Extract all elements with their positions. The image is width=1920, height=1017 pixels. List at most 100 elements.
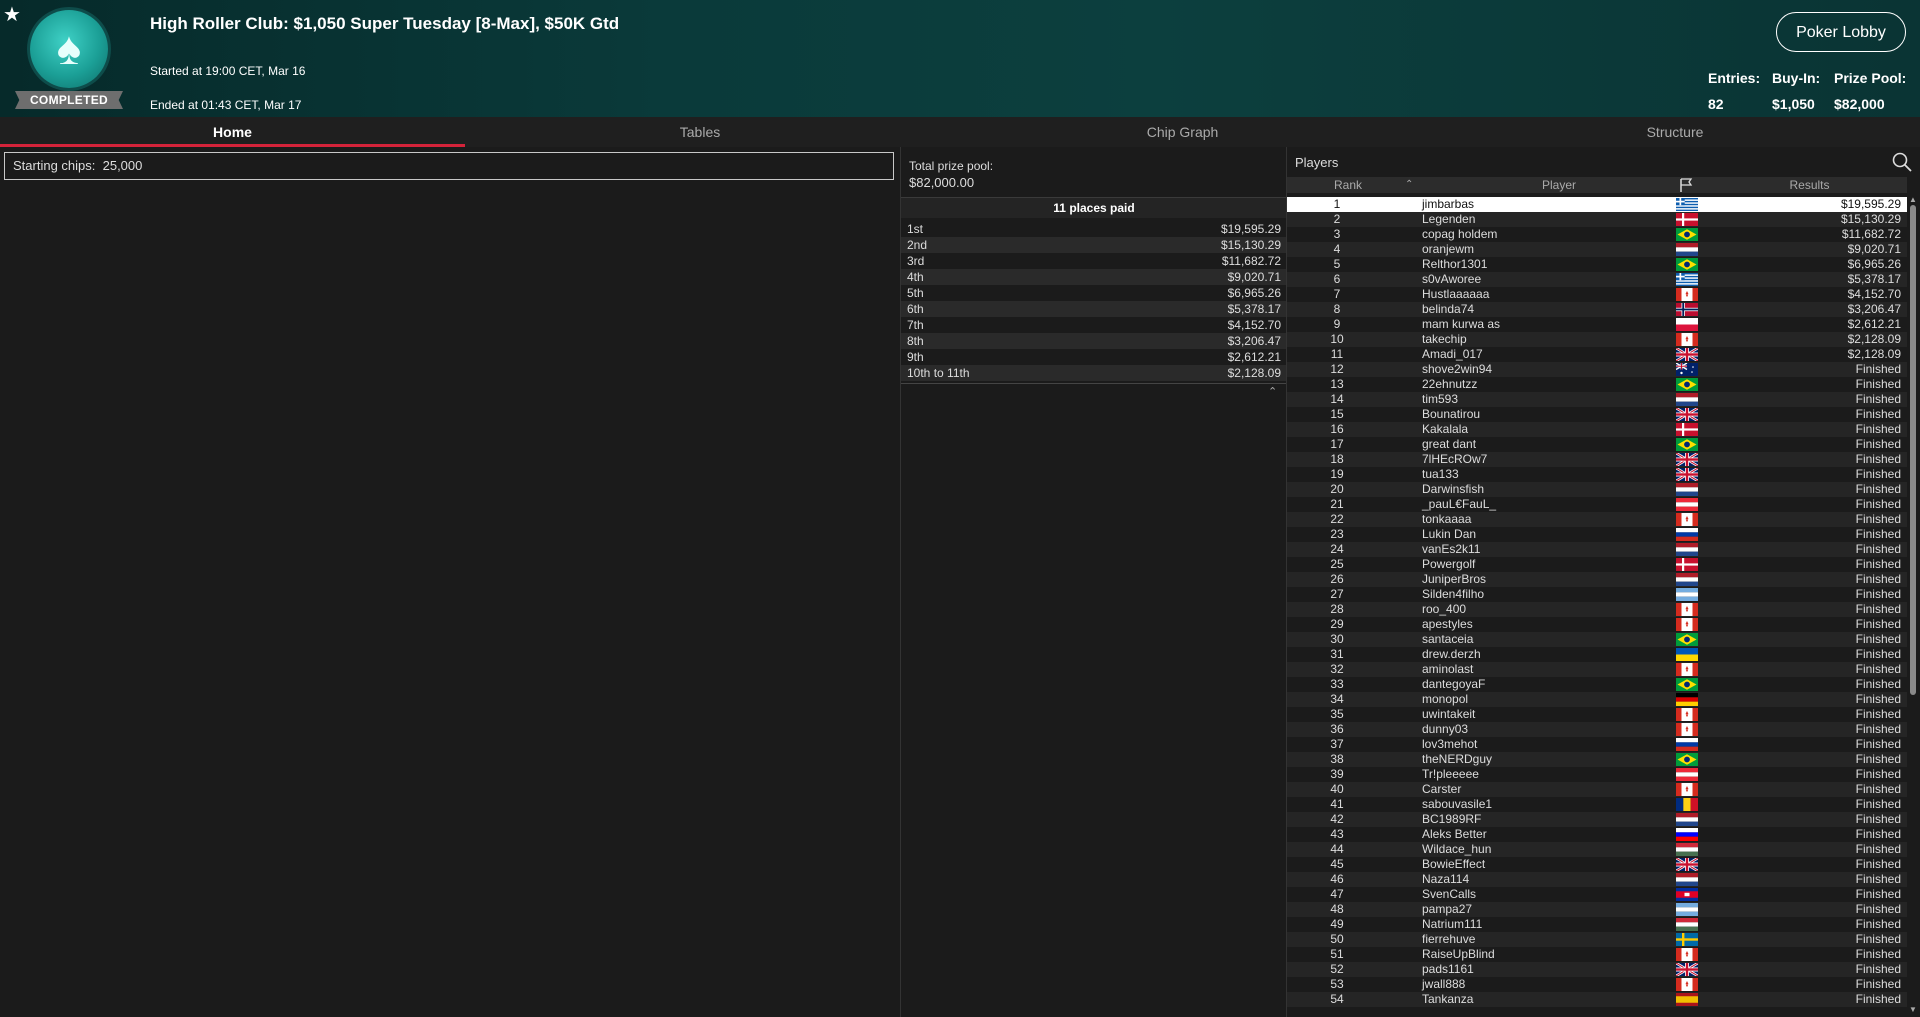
player-row[interactable]: 24 vanEs2k11 Finished	[1287, 542, 1907, 557]
payout-list: 1st $19,595.29 2nd $15,130.29 3rd $11,682.72 4…	[901, 221, 1287, 381]
player-row[interactable]: 4 oranjewm $9,020.71	[1287, 242, 1907, 257]
player-row[interactable]: 22 tonkaaaa Finished	[1287, 512, 1907, 527]
player-row[interactable]: 36 dunny03 Finished	[1287, 722, 1907, 737]
player-result: Finished	[1855, 377, 1901, 391]
player-name: apestyles	[1422, 617, 1473, 631]
scroll-thumb[interactable]	[1910, 205, 1916, 695]
player-row[interactable]: 50 fierrehuve Finished	[1287, 932, 1907, 947]
player-row[interactable]: 3 copag holdem $11,682.72	[1287, 227, 1907, 242]
player-row[interactable]: 1 jimbarbas $19,595.29	[1287, 197, 1907, 212]
player-row[interactable]: 27 Silden4filho Finished	[1287, 587, 1907, 602]
home-panel: Starting chips: 25,000	[0, 147, 900, 1017]
player-rank: 35	[1330, 707, 1344, 721]
player-row[interactable]: 51 RaiseUpBlind Finished	[1287, 947, 1907, 962]
player-row[interactable]: 38 theNERDguy Finished	[1287, 752, 1907, 767]
player-row[interactable]: 44 Wildace_hun Finished	[1287, 842, 1907, 857]
player-row[interactable]: 53 jwall888 Finished	[1287, 977, 1907, 992]
player-row[interactable]: 7 Hustlaaaaaa $4,152.70	[1287, 287, 1907, 302]
player-row[interactable]: 34 monopol Finished	[1287, 692, 1907, 707]
player-name: Kakalala	[1422, 422, 1469, 436]
player-row[interactable]: 28 roo_400 Finished	[1287, 602, 1907, 617]
player-row[interactable]: 23 Lukin Dan Finished	[1287, 527, 1907, 542]
player-row[interactable]: 46 Naza114 Finished	[1287, 872, 1907, 887]
player-row[interactable]: 17 great dant Finished	[1287, 437, 1907, 452]
country-flag-icon	[1676, 783, 1698, 796]
player-result: Finished	[1855, 392, 1901, 406]
player-row[interactable]: 33 dantegoyaF Finished	[1287, 677, 1907, 692]
player-name: RaiseUpBlind	[1422, 947, 1495, 961]
player-row[interactable]: 5 Relthor1301 $6,965.26	[1287, 257, 1907, 272]
player-row[interactable]: 45 BowieEffect Finished	[1287, 856, 1907, 873]
player-row[interactable]: 25 Powergolf Finished	[1287, 557, 1907, 572]
poker-lobby-button[interactable]: Poker Lobby	[1776, 12, 1906, 52]
scroll-down-arrow-icon[interactable]: ▼	[1909, 1005, 1917, 1014]
player-row[interactable]: 9 mam kurwa as $2,612.21	[1287, 317, 1907, 332]
player-rank: 15	[1330, 407, 1344, 421]
player-row[interactable]: 16 Kakalala Finished	[1287, 422, 1907, 437]
player-row[interactable]: 15 Bounatirou Finished	[1287, 406, 1907, 423]
player-row[interactable]: 30 santaceia Finished	[1287, 632, 1907, 647]
payout-row: 6th $5,378.17	[901, 301, 1287, 317]
player-row[interactable]: 11 Amadi_017 $2,128.09	[1287, 346, 1907, 363]
player-rank: 10	[1330, 332, 1344, 346]
player-row[interactable]: 40 Carster Finished	[1287, 782, 1907, 797]
collapse-chevron-icon[interactable]: ⌃	[1268, 385, 1277, 398]
country-flag-icon	[1676, 318, 1698, 331]
player-rank: 21	[1330, 497, 1344, 511]
player-name: takechip	[1422, 332, 1467, 346]
player-row[interactable]: 37 lov3mehot Finished	[1287, 737, 1907, 752]
starting-chips-value: 25,000	[102, 158, 143, 173]
player-row[interactable]: 19 tua133 Finished	[1287, 466, 1907, 483]
player-result: Finished	[1855, 722, 1901, 736]
tab-chip-graph[interactable]: Chip Graph	[935, 117, 1430, 147]
player-row[interactable]: 13 22ehnutzz Finished	[1287, 377, 1907, 392]
favorite-star-icon[interactable]: ★	[3, 2, 21, 27]
country-flag-column-icon[interactable]	[1678, 178, 1694, 196]
player-row[interactable]: 35 uwintakeit Finished	[1287, 707, 1907, 722]
player-row[interactable]: 14 tim593 Finished	[1287, 392, 1907, 407]
player-row[interactable]: 18 7lHEcROw7 Finished	[1287, 451, 1907, 468]
player-row[interactable]: 10 takechip $2,128.09	[1287, 332, 1907, 347]
player-row[interactable]: 54 Tankanza Finished	[1287, 992, 1907, 1007]
country-flag-icon	[1675, 362, 1698, 376]
tab-tables[interactable]: Tables	[465, 117, 935, 147]
player-rank: 29	[1330, 617, 1344, 631]
search-icon[interactable]	[1891, 151, 1913, 173]
tab-home[interactable]: Home	[0, 117, 465, 147]
player-row[interactable]: 47 SvenCalls Finished	[1287, 887, 1907, 902]
player-row[interactable]: 32 aminolast Finished	[1287, 662, 1907, 677]
player-result: Finished	[1855, 857, 1901, 871]
player-row[interactable]: 2 Legenden $15,130.29	[1287, 212, 1907, 227]
player-column-header[interactable]: Player	[1409, 177, 1709, 193]
payout-amount: $6,965.26	[1227, 286, 1281, 300]
player-row[interactable]: 20 Darwinsfish Finished	[1287, 482, 1907, 497]
player-row[interactable]: 21 _pauL€FauL_ Finished	[1287, 497, 1907, 512]
player-rank: 43	[1330, 827, 1344, 841]
player-row[interactable]: 6 s0vAworee $5,378.17	[1287, 272, 1907, 287]
player-result: Finished	[1855, 752, 1901, 766]
players-scrollbar[interactable]: ▲ ▼	[1909, 195, 1917, 1014]
player-result: Finished	[1855, 362, 1901, 376]
player-row[interactable]: 31 drew.derzh Finished	[1287, 647, 1907, 662]
player-rank: 5	[1333, 257, 1341, 271]
player-row[interactable]: 39 Tr!pleeeee Finished	[1287, 767, 1907, 782]
player-row[interactable]: 52 pads1161 Finished	[1287, 961, 1907, 978]
player-row[interactable]: 12 shove2win94 Finished	[1287, 362, 1907, 377]
scroll-up-arrow-icon[interactable]: ▲	[1909, 195, 1917, 204]
results-column-header[interactable]: Results	[1717, 177, 1902, 193]
payout-row: 8th $3,206.47	[901, 333, 1287, 349]
player-name: Bounatirou	[1422, 407, 1481, 421]
player-row[interactable]: 41 sabouvasile1 Finished	[1287, 797, 1907, 812]
player-result: Finished	[1855, 992, 1901, 1006]
tab-structure[interactable]: Structure	[1430, 117, 1920, 147]
player-row[interactable]: 26 JuniperBros Finished	[1287, 572, 1907, 587]
player-row[interactable]: 42 BC1989RF Finished	[1287, 812, 1907, 827]
entries-label: Entries:	[1708, 70, 1761, 86]
player-row[interactable]: 48 pampa27 Finished	[1287, 902, 1907, 917]
rank-column-header[interactable]: Rank	[1287, 177, 1409, 193]
player-row[interactable]: 43 Aleks Better Finished	[1287, 827, 1907, 842]
player-name: Amadi_017	[1422, 347, 1483, 361]
player-row[interactable]: 8 belinda74 $3,206.47	[1287, 302, 1907, 317]
player-row[interactable]: 49 Natrium111 Finished	[1287, 917, 1907, 932]
player-row[interactable]: 29 apestyles Finished	[1287, 617, 1907, 632]
